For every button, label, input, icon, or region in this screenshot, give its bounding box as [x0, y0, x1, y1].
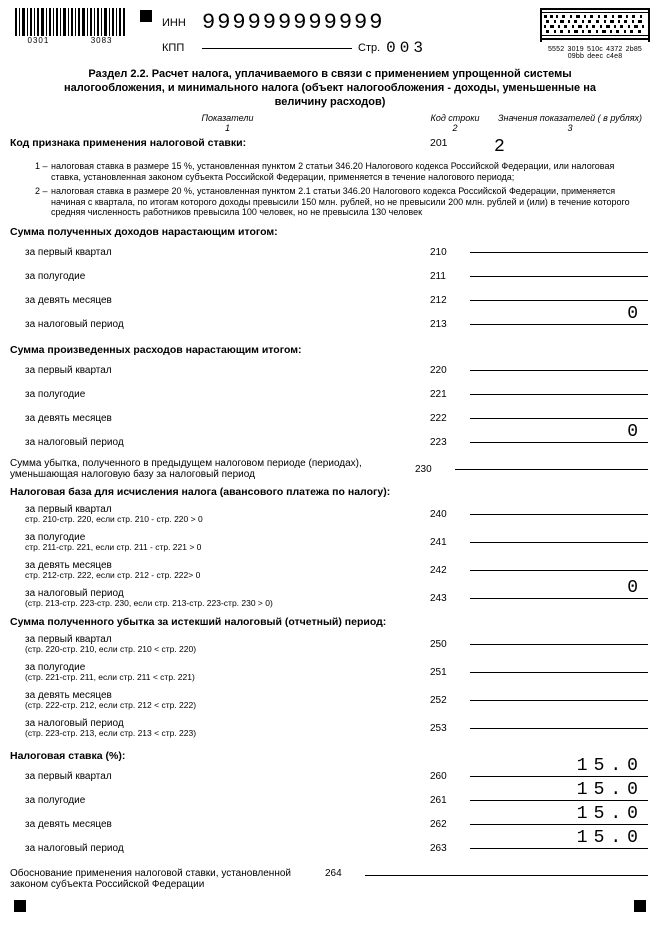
id-fields: ИНН 999999999999 КПП Стр. 003 [162, 8, 530, 61]
row-201-code: 201 [430, 137, 448, 149]
row-262: за девять месяцев26215.0 [25, 812, 650, 836]
row-242: за девять месяцевстр. 212-стр. 222, если… [25, 556, 650, 584]
section-s5-title: Сумма полученного убытка за истекший нал… [10, 616, 650, 628]
barcode-1d [15, 8, 125, 38]
inn-value: 999999999999 [202, 10, 384, 35]
row-243: за налоговый период(стр. 213-стр. 223-ст… [25, 584, 650, 612]
note-2-text: налоговая ставка в размере 20 %, установ… [51, 186, 640, 218]
form-header: 0301 3083 ИНН 999999999999 КПП Стр. 003 [10, 8, 650, 60]
barcode-2d-block: 5552 3019 510c 4372 2b85 09bb deec c4e8 [540, 8, 650, 60]
barcode-num-b: 3083 [91, 36, 113, 45]
note-2-num: 2 – [35, 186, 51, 218]
row-201: Код признака применения налоговой ставки… [10, 137, 650, 157]
row-211: за полугодие211 [25, 264, 650, 288]
col-header-3: Значения показателей ( в рублях) [490, 113, 650, 123]
row-222: за девять месяцев222 [25, 406, 650, 430]
barcode-num-a: 0301 [28, 36, 50, 45]
row-221: за полугодие221 [25, 382, 650, 406]
row-241: за полугодиестр. 211-стр. 221, если стр.… [25, 528, 650, 556]
row-250: за первый квартал(стр. 220-стр. 210, есл… [25, 630, 650, 658]
footer-marks [10, 900, 650, 912]
row-261: за полугодие26115.0 [25, 788, 650, 812]
barcode-2d [540, 8, 650, 42]
row-251: за полугодие(стр. 221-стр. 211, если стр… [25, 658, 650, 686]
barcode-2d-text: 5552 3019 510c 4372 2b85 09bb deec c4e8 [540, 46, 650, 60]
row-240: за первый кварталстр. 210-стр. 220, если… [25, 500, 650, 528]
alignment-square-bottom-left [14, 900, 26, 912]
column-numbers: 1 2 3 [35, 123, 650, 133]
col-num-3: 3 [490, 123, 650, 133]
page-label: Стр. [358, 42, 380, 54]
kpp-label: КПП [162, 42, 196, 54]
barcode-left: 0301 3083 [10, 8, 130, 45]
inn-label: ИНН [162, 17, 196, 29]
section-s6-title: Налоговая ставка (%): [10, 750, 650, 762]
col-num-2: 2 [420, 123, 490, 133]
section-s2-title: Сумма произведенных расходов нарастающим… [10, 344, 650, 356]
alignment-square-top-left [140, 10, 152, 22]
row-264: Обоснование применения налоговой ставки,… [10, 868, 650, 890]
row-220: за первый квартал220 [25, 358, 650, 382]
row-212: за девять месяцев212 [25, 288, 650, 312]
row-223: за налоговый период2230 [25, 430, 650, 454]
row-213: за налоговый период2130 [25, 312, 650, 336]
section-title: Раздел 2.2. Расчет налога, уплачиваемого… [40, 68, 620, 109]
page-value: 003 [386, 39, 427, 57]
col-num-1: 1 [35, 123, 420, 133]
row-263: за налоговый период26315.0 [25, 836, 650, 860]
note-1-text: налоговая ставка в размере 15 %, установ… [51, 161, 640, 183]
section-s1-title: Сумма полученных доходов нарастающим ито… [10, 226, 650, 238]
rate-notes: 1 –налоговая ставка в размере 15 %, уста… [35, 161, 640, 218]
row-253: за налоговый период(стр. 223-стр. 213, е… [25, 714, 650, 742]
col-header-1: Показатели [35, 113, 420, 123]
section-s4-title: Налоговая база для исчисления налога (ав… [10, 486, 650, 498]
row-260: за первый квартал26015.0 [25, 764, 650, 788]
col-header-2: Код строки [420, 113, 490, 123]
row-252: за девять месяцев(стр. 222-стр. 212, есл… [25, 686, 650, 714]
row-201-label: Код признака применения налоговой ставки… [10, 137, 360, 149]
column-headers: Показатели Код строки Значения показател… [35, 113, 650, 123]
row-201-value: 2 [494, 137, 507, 157]
alignment-square-bottom-right [634, 900, 646, 912]
row-230: Сумма убытка, полученного в предыдущем н… [25, 454, 650, 484]
note-1-num: 1 – [35, 161, 51, 183]
kpp-line [202, 48, 352, 49]
row-210: за первый квартал210 [25, 240, 650, 264]
